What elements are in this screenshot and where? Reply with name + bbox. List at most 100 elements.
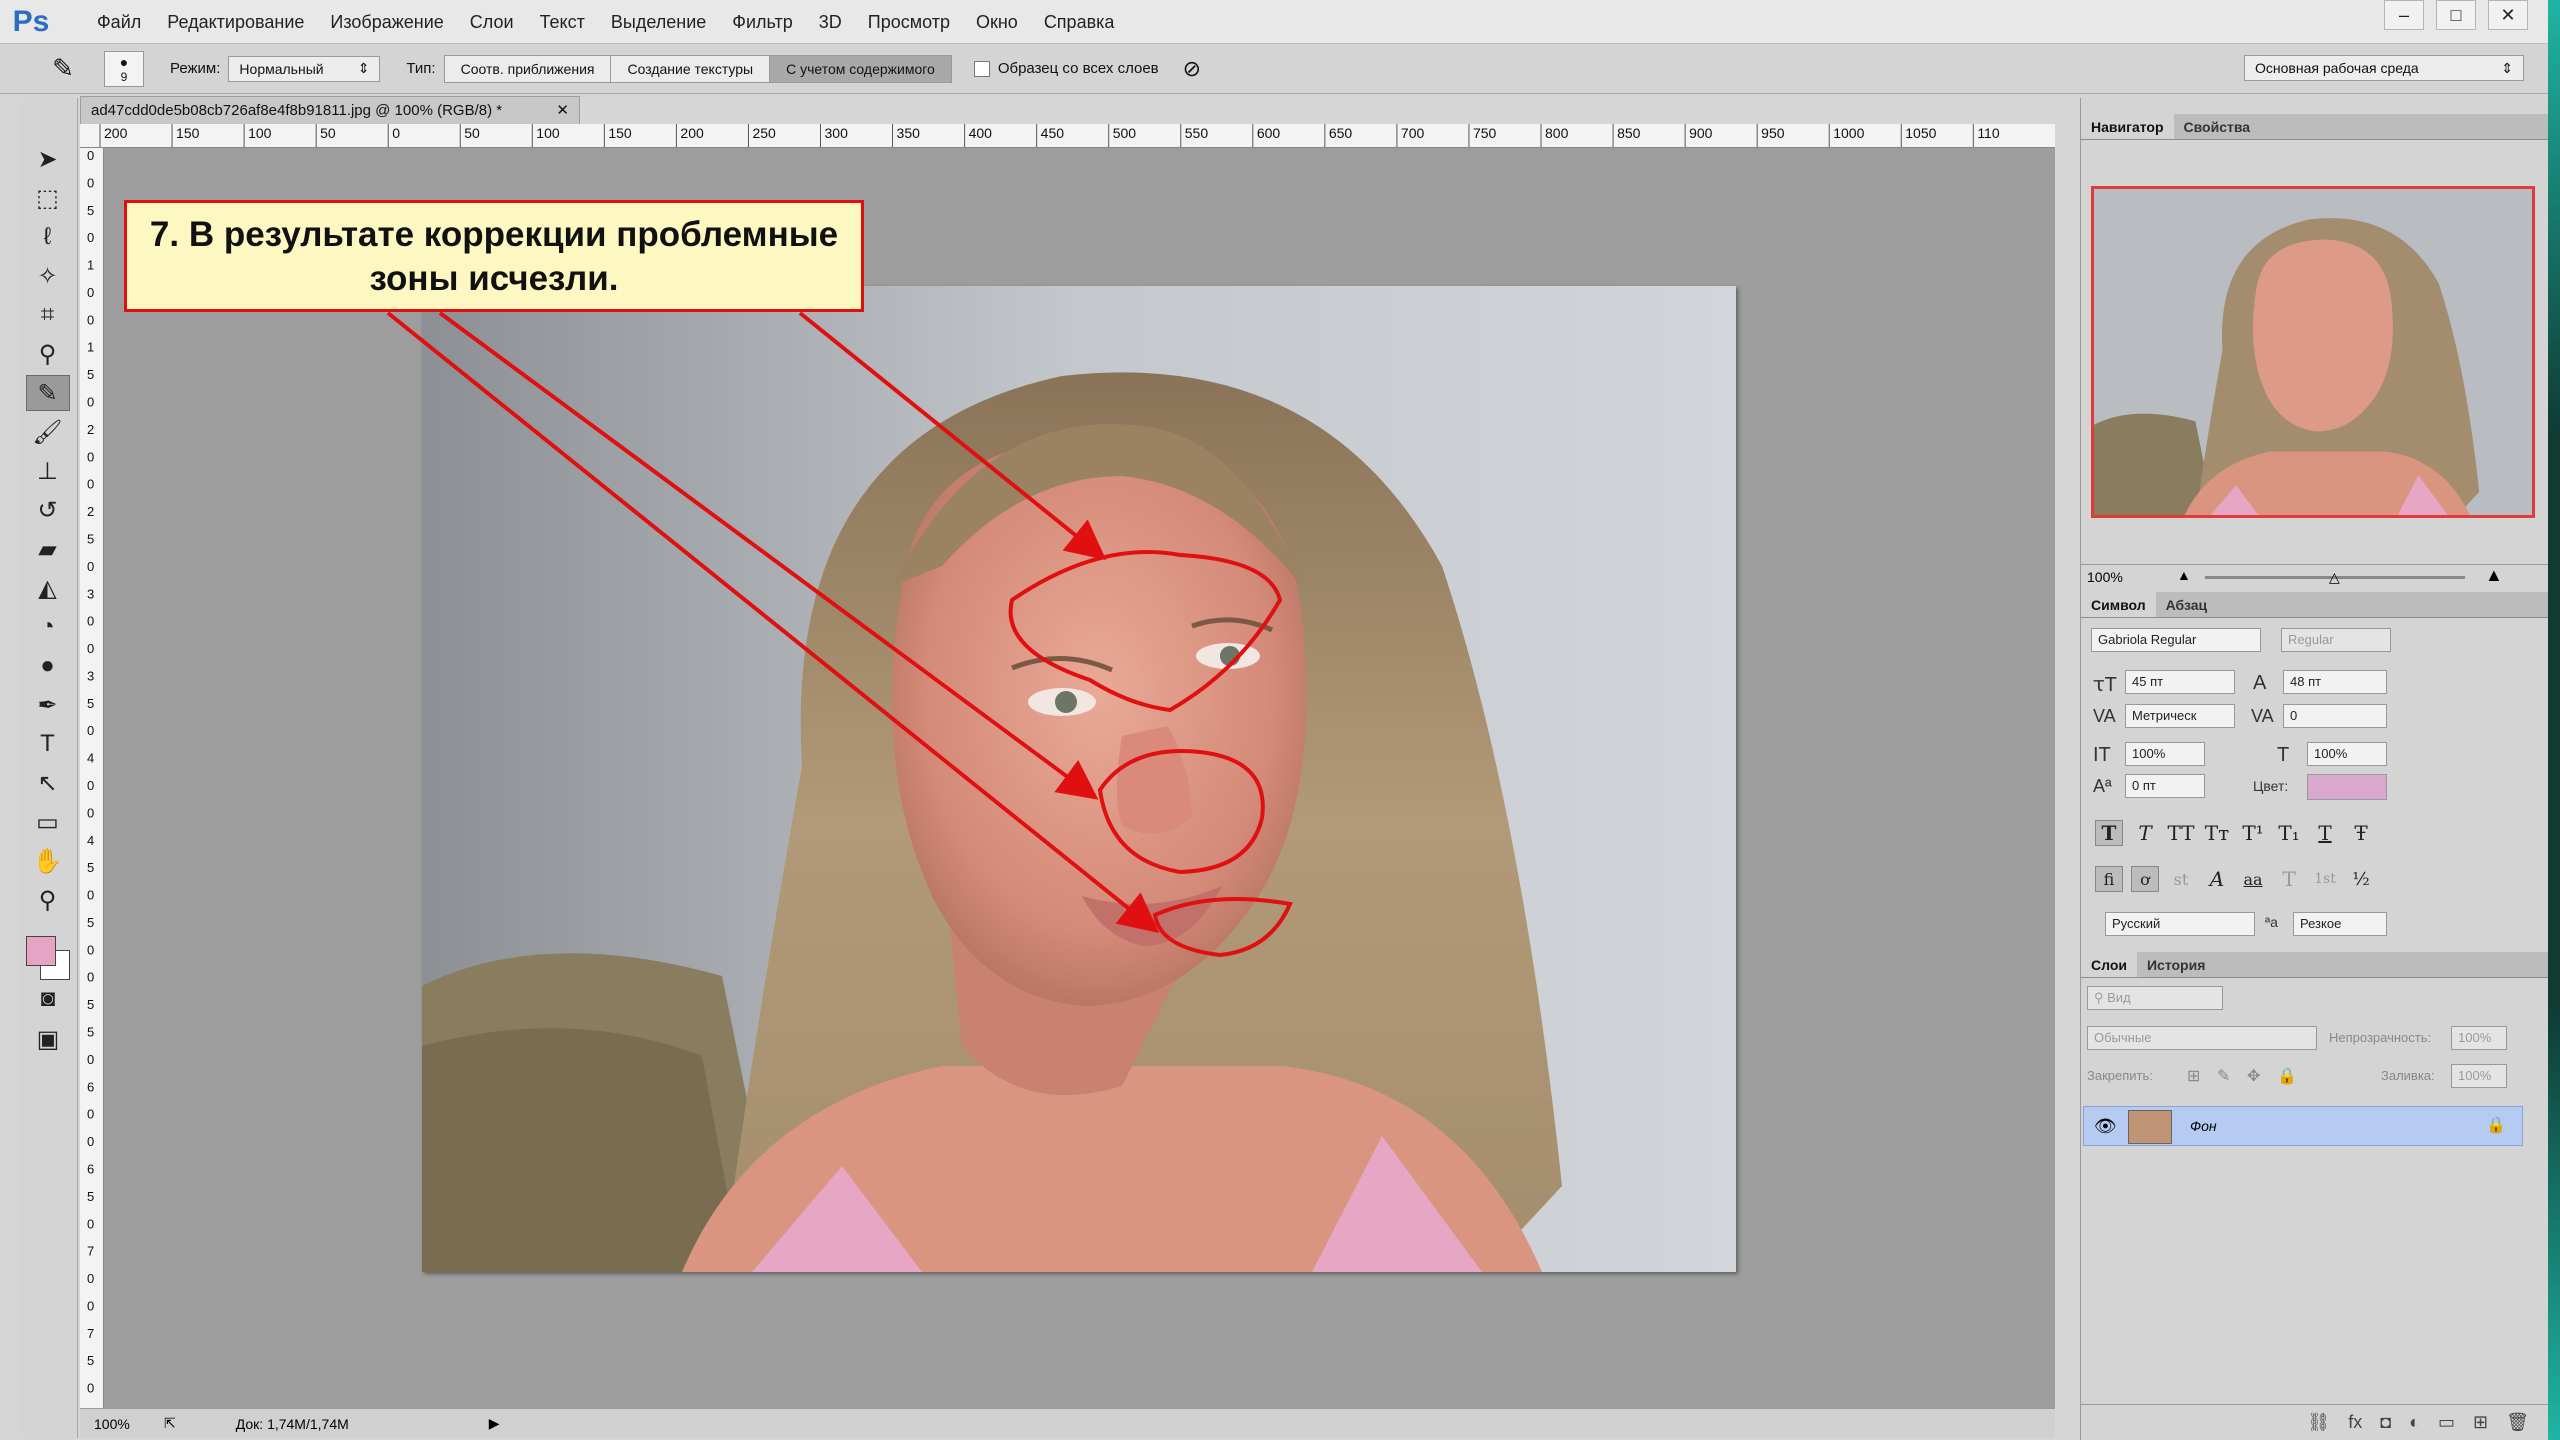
lock-position-icon[interactable]: ✥ xyxy=(2247,1066,2260,1086)
menu-type[interactable]: Текст xyxy=(527,0,598,44)
type-proximity-button[interactable]: Соотв. приближения xyxy=(444,55,612,82)
blend-mode-select[interactable]: Обычные xyxy=(2087,1026,2317,1050)
tab-properties[interactable]: Свойства xyxy=(2174,114,2261,139)
menu-image[interactable]: Изображение xyxy=(317,0,456,44)
underline-button[interactable]: T xyxy=(2311,820,2339,846)
discretionary-ligatures-button[interactable]: st xyxy=(2167,866,2195,892)
spot-healing-brush-icon[interactable]: ✎ xyxy=(40,51,86,87)
blur-tool-icon[interactable]: ◔ xyxy=(26,609,70,645)
font-size-field[interactable]: 45 пт xyxy=(2125,670,2235,694)
vertical-scale-field[interactable]: 100% xyxy=(2125,742,2205,766)
pen-tool-icon[interactable]: ✒ xyxy=(26,687,70,723)
menu-file[interactable]: Файл xyxy=(84,0,154,44)
tab-character[interactable]: Символ xyxy=(2081,592,2156,617)
kerning-field[interactable]: Метрическ xyxy=(2125,704,2235,728)
opacity-field[interactable]: 100% xyxy=(2451,1026,2507,1050)
close-button[interactable]: ✕ xyxy=(2488,0,2528,30)
shape-tool-icon[interactable]: ▭ xyxy=(26,804,70,840)
titling-button[interactable]: T xyxy=(2275,866,2303,892)
eraser-tool-icon[interactable]: ▰ xyxy=(26,531,70,567)
subscript-button[interactable]: T₁ xyxy=(2275,820,2303,846)
export-icon[interactable]: ⇱ xyxy=(164,1415,176,1432)
menu-select[interactable]: Выделение xyxy=(598,0,719,44)
workspace-dropdown[interactable]: Основная рабочая среда ⇕ xyxy=(2244,55,2524,81)
menu-window[interactable]: Окно xyxy=(963,0,1031,44)
type-texture-button[interactable]: Создание текстуры xyxy=(611,55,771,82)
horizontal-scale-field[interactable]: 100% xyxy=(2307,742,2387,766)
healing-brush-tool-icon[interactable]: ✎ xyxy=(25,375,70,411)
layer-filter-select[interactable]: ⚲ Вид xyxy=(2087,986,2223,1010)
text-color-swatch[interactable] xyxy=(2307,774,2387,800)
font-family-select[interactable]: Gabriola Regular xyxy=(2091,628,2261,652)
faux-italic-button[interactable]: T xyxy=(2131,820,2159,846)
marquee-tool-icon[interactable]: ⬚ xyxy=(26,180,70,216)
link-layers-icon[interactable]: ⛓ xyxy=(2307,1412,2330,1433)
crop-tool-icon[interactable]: ⌗ xyxy=(26,297,70,333)
document-tab[interactable]: ad47cdd0de5b08cb726af8e4f8b91811.jpg @ 1… xyxy=(80,96,580,124)
paint-bucket-tool-icon[interactable]: ◭ xyxy=(26,570,70,606)
adjustment-layer-icon[interactable]: ◐ xyxy=(2409,1412,2420,1433)
stylistic-alternates-button[interactable]: aa xyxy=(2239,866,2267,892)
tab-layers[interactable]: Слои xyxy=(2081,952,2137,977)
old-style-button[interactable]: ơ xyxy=(2131,866,2159,892)
tab-paragraph[interactable]: Абзац xyxy=(2156,592,2218,617)
type-tool-icon[interactable]: T xyxy=(26,726,70,762)
tab-history[interactable]: История xyxy=(2137,952,2215,977)
visibility-eye-icon[interactable]: 👁 xyxy=(2094,1116,2117,1137)
delete-layer-icon[interactable]: 🗑 xyxy=(2506,1412,2529,1433)
fill-field[interactable]: 100% xyxy=(2451,1064,2507,1088)
ligatures-button[interactable]: fi xyxy=(2095,866,2123,892)
close-tab-icon[interactable]: ✕ xyxy=(556,97,569,125)
zoom-slider-thumb[interactable]: △ xyxy=(2329,569,2340,586)
quick-mask-icon[interactable]: ◙ xyxy=(26,981,70,1017)
lock-transparency-icon[interactable]: ⊞ xyxy=(2187,1066,2200,1086)
type-content-aware-button[interactable]: С учетом содержимого xyxy=(770,55,951,82)
zoom-out-icon[interactable]: ▲ xyxy=(2177,567,2191,583)
leading-field[interactable]: 48 пт xyxy=(2283,670,2387,694)
screen-mode-icon[interactable]: ▣ xyxy=(26,1021,70,1057)
navigator-thumbnail[interactable] xyxy=(2091,186,2535,518)
menu-help[interactable]: Справка xyxy=(1031,0,1128,44)
fractions-button[interactable]: ½ xyxy=(2347,866,2375,892)
sample-all-layers-checkbox[interactable] xyxy=(973,60,990,77)
status-menu-icon[interactable]: ▶ xyxy=(489,1415,500,1432)
minimize-button[interactable]: ‒ xyxy=(2384,0,2424,30)
mode-dropdown[interactable]: Нормальный ⇕ xyxy=(228,55,381,82)
new-layer-icon[interactable]: ⊞ xyxy=(2473,1412,2488,1433)
clone-stamp-tool-icon[interactable]: ⊥ xyxy=(26,453,70,489)
fx-icon[interactable]: fx xyxy=(2348,1412,2362,1433)
superscript-button[interactable]: T¹ xyxy=(2239,820,2267,846)
navigator-zoom[interactable]: 100% xyxy=(2087,569,2123,585)
path-select-tool-icon[interactable]: ↖ xyxy=(26,765,70,801)
history-brush-tool-icon[interactable]: ↺ xyxy=(26,492,70,528)
language-select[interactable]: Русский xyxy=(2105,912,2255,936)
strikethrough-button[interactable]: Ŧ xyxy=(2347,820,2375,846)
menu-3d[interactable]: 3D xyxy=(806,0,855,44)
font-style-select[interactable]: Regular xyxy=(2281,628,2391,652)
pressure-icon[interactable]: ⊘ xyxy=(1183,56,1201,82)
menu-edit[interactable]: Редактирование xyxy=(154,0,317,44)
menu-filter[interactable]: Фильтр xyxy=(719,0,805,44)
zoom-tool-icon[interactable]: ⚲ xyxy=(26,882,70,918)
dodge-tool-icon[interactable]: ● xyxy=(26,648,70,684)
add-mask-icon[interactable]: ◘ xyxy=(2380,1412,2391,1433)
lock-all-icon[interactable]: 🔒 xyxy=(2277,1066,2297,1086)
lasso-tool-icon[interactable]: ℓ xyxy=(26,219,70,255)
faux-bold-button[interactable]: T xyxy=(2095,820,2123,846)
baseline-shift-field[interactable]: 0 пт xyxy=(2125,774,2205,798)
zoom-level[interactable]: 100% xyxy=(94,1416,154,1432)
tab-navigator[interactable]: Навигатор xyxy=(2081,114,2174,139)
tracking-field[interactable]: 0 xyxy=(2283,704,2387,728)
small-caps-button[interactable]: Tт xyxy=(2203,820,2231,846)
menu-layers[interactable]: Слои xyxy=(457,0,527,44)
move-tool-icon[interactable]: ➤ xyxy=(26,141,70,177)
lock-paint-icon[interactable]: ✎ xyxy=(2217,1066,2230,1086)
menu-view[interactable]: Просмотр xyxy=(855,0,963,44)
foreground-color-swatch[interactable] xyxy=(26,936,56,966)
eyedropper-tool-icon[interactable]: ⚲ xyxy=(26,336,70,372)
new-group-icon[interactable]: ▭ xyxy=(2438,1412,2455,1433)
all-caps-button[interactable]: TT xyxy=(2167,820,2195,846)
brush-preset-picker[interactable]: ● 9 xyxy=(104,50,144,87)
antialias-select[interactable]: Резкое xyxy=(2293,912,2387,936)
zoom-in-icon[interactable]: ▲ xyxy=(2485,565,2503,586)
